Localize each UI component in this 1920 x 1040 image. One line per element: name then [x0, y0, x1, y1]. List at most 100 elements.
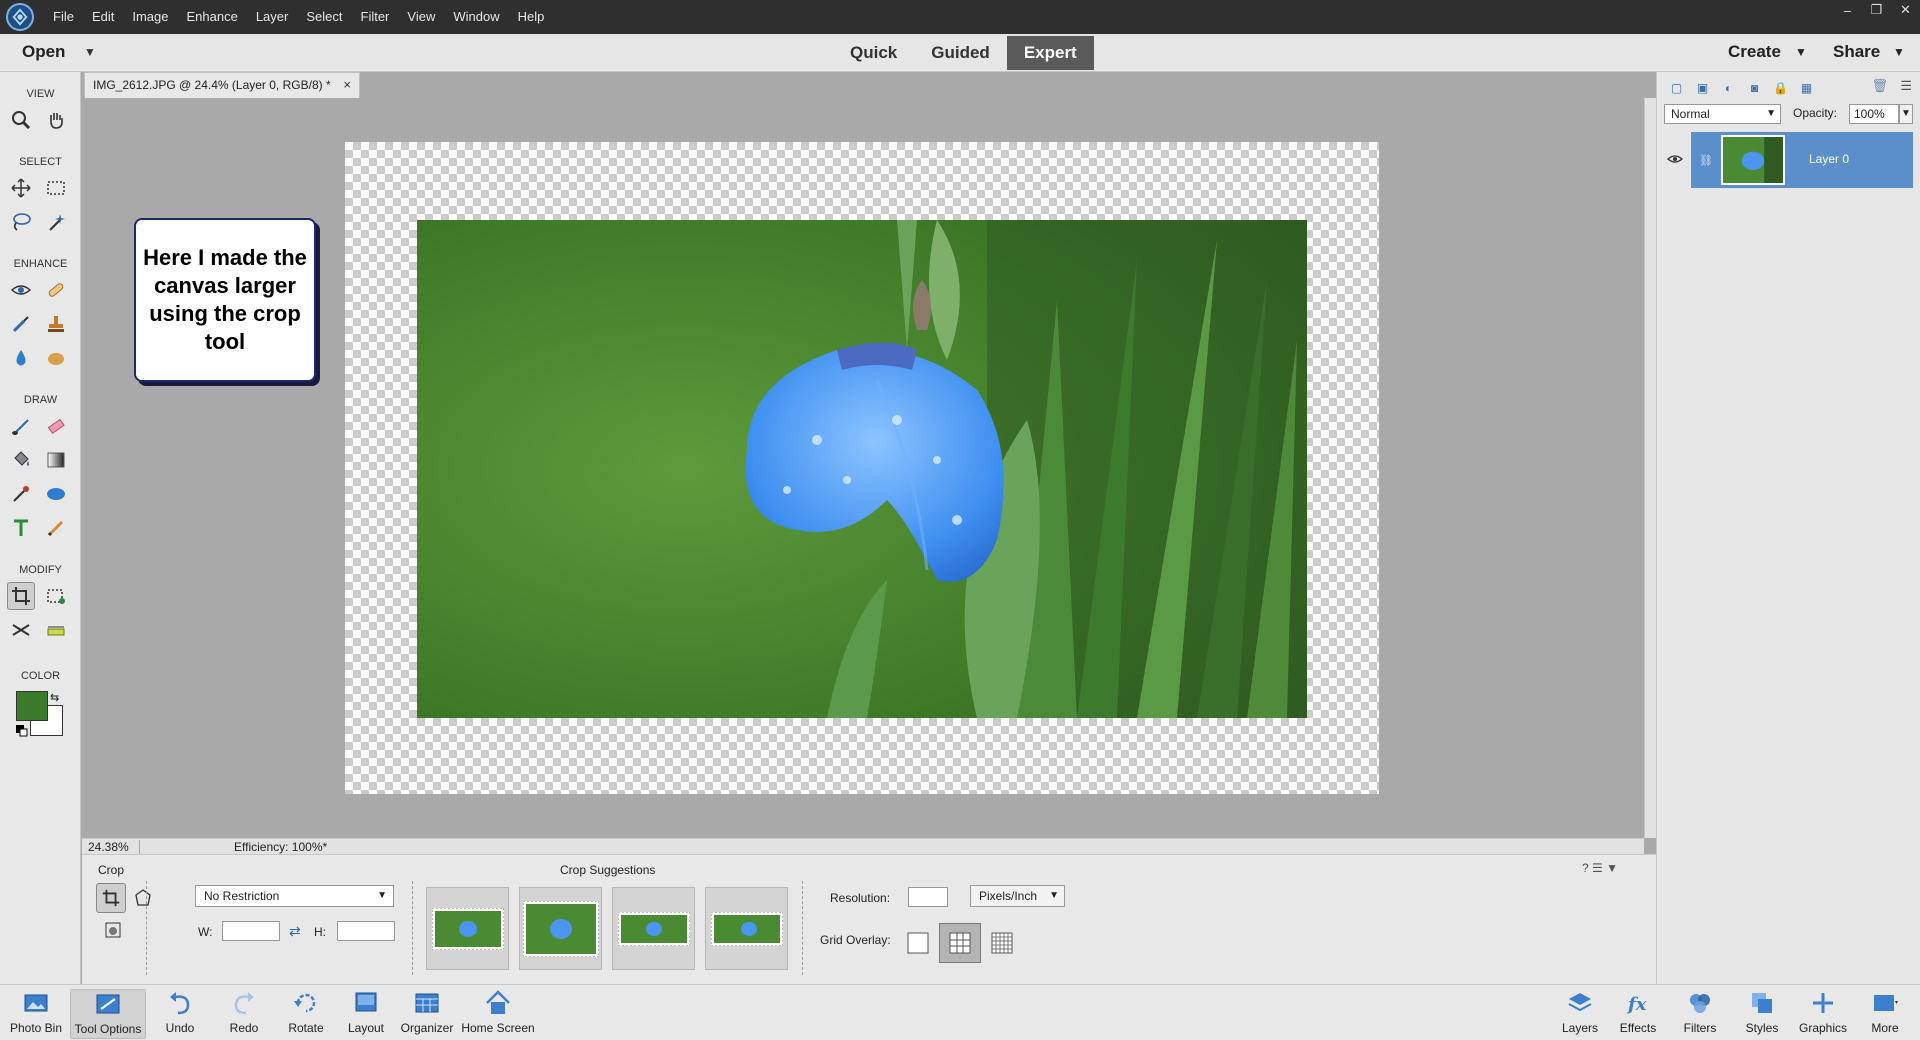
menu-layer[interactable]: Layer — [247, 0, 298, 34]
help-icon[interactable]: ? ☰ ▼ — [1582, 861, 1618, 875]
content-aware-move-tool-icon[interactable] — [7, 616, 35, 644]
menu-enhance[interactable]: Enhance — [178, 0, 247, 34]
tab-guided[interactable]: Guided — [914, 36, 1007, 70]
height-input[interactable] — [337, 921, 395, 941]
menu-image[interactable]: Image — [123, 0, 177, 34]
gradient-tool-icon[interactable] — [42, 446, 70, 474]
shape-tool-icon[interactable] — [42, 480, 70, 508]
crop-suggestion-2[interactable] — [519, 887, 602, 970]
spot-healing-tool-icon[interactable] — [42, 276, 70, 304]
perspective-crop-icon[interactable] — [132, 887, 154, 909]
menu-window[interactable]: Window — [444, 0, 508, 34]
menu-file[interactable]: File — [44, 0, 83, 34]
canvas-area[interactable] — [82, 98, 1642, 838]
share-button[interactable]: Share — [1833, 42, 1880, 62]
lock-all-icon[interactable]: 🔒 — [1771, 78, 1790, 97]
recompose-tool-icon[interactable] — [42, 582, 70, 610]
adjustment-layer-icon[interactable]: ◐ — [1719, 78, 1738, 97]
zoom-tool-icon[interactable] — [7, 106, 35, 134]
organizer-button[interactable]: Organizer — [398, 989, 456, 1039]
layer-mask-icon[interactable]: ◙ — [1745, 78, 1764, 97]
brush-tool-icon[interactable] — [7, 412, 35, 440]
paint-bucket-tool-icon[interactable] — [7, 446, 35, 474]
close-tab-icon[interactable]: × — [343, 73, 351, 97]
swap-colors-icon[interactable]: ⇆ — [50, 691, 59, 704]
new-group-icon[interactable]: ▣ — [1693, 78, 1712, 97]
restore-button[interactable]: ❐ — [1862, 0, 1891, 20]
eraser-tool-icon[interactable] — [42, 412, 70, 440]
resolution-unit-select[interactable]: Pixels/Inch ▼ — [970, 885, 1065, 907]
menu-filter[interactable]: Filter — [352, 0, 399, 34]
aspect-ratio-select[interactable]: No Restriction ▼ — [195, 885, 394, 907]
close-window-button[interactable]: ✕ — [1891, 0, 1920, 20]
tab-quick[interactable]: Quick — [833, 36, 914, 70]
minimize-button[interactable]: – — [1833, 0, 1862, 20]
marquee-tool-icon[interactable] — [42, 174, 70, 202]
crop-tool-option-icon[interactable] — [96, 883, 126, 913]
vertical-scrollbar[interactable] — [1644, 98, 1656, 838]
grid-none-option[interactable] — [897, 923, 939, 963]
layout-button[interactable]: Layout — [342, 989, 390, 1039]
layer-visibility-icon[interactable] — [1667, 151, 1683, 167]
tool-options-button[interactable]: Tool Options — [70, 989, 146, 1039]
opacity-input[interactable]: 100% — [1849, 104, 1899, 124]
clone-stamp-tool-icon[interactable] — [42, 310, 70, 338]
hand-tool-icon[interactable] — [42, 106, 70, 134]
type-tool-icon[interactable] — [7, 514, 35, 542]
new-layer-icon[interactable]: ▢ — [1667, 78, 1686, 97]
lock-transparency-icon[interactable]: ▦ — [1797, 78, 1816, 97]
create-dropdown-icon[interactable]: ▼ — [1795, 45, 1807, 59]
blur-tool-icon[interactable] — [7, 344, 35, 372]
crop-tool-icon[interactable] — [7, 582, 35, 610]
quick-selection-tool-icon[interactable] — [42, 208, 70, 236]
redo-button[interactable]: Redo — [220, 989, 268, 1039]
tab-expert[interactable]: Expert — [1006, 36, 1094, 70]
styles-panel-button[interactable]: Styles — [1738, 989, 1786, 1039]
undo-button[interactable]: Undo — [156, 989, 204, 1039]
open-dropdown-icon[interactable]: ▼ — [84, 45, 96, 59]
layers-panel-button[interactable]: Layers — [1556, 989, 1604, 1039]
more-panel-button[interactable]: More — [1860, 989, 1910, 1039]
blend-mode-select[interactable]: Normal ▼ — [1664, 104, 1781, 124]
resolution-input[interactable] — [908, 887, 948, 907]
document-tab[interactable]: IMG_2612.JPG @ 24.4% (Layer 0, RGB/8) * … — [84, 72, 360, 98]
filters-panel-button[interactable]: Filters — [1676, 989, 1724, 1039]
crop-suggestion-4[interactable] — [705, 887, 788, 970]
grid-thirds-option[interactable] — [939, 923, 981, 963]
menu-help[interactable]: Help — [509, 0, 554, 34]
effects-panel-button[interactable]: fx Effects — [1614, 989, 1662, 1039]
layer-thumbnail[interactable] — [1721, 135, 1785, 185]
width-input[interactable] — [222, 921, 280, 941]
panel-menu-icon[interactable]: ☰ — [1900, 78, 1912, 94]
pencil-tool-icon[interactable] — [42, 514, 70, 542]
menu-select[interactable]: Select — [297, 0, 351, 34]
default-colors-icon[interactable] — [16, 725, 28, 737]
grid-fine-option[interactable] — [981, 923, 1023, 963]
smart-brush-tool-icon[interactable] — [7, 310, 35, 338]
swap-dimensions-icon[interactable]: ⇄ — [289, 923, 301, 940]
layer-link-icon[interactable]: ⛓ — [1699, 154, 1713, 167]
transparent-canvas[interactable] — [345, 142, 1379, 794]
opacity-dropdown-icon[interactable]: ▼ — [1899, 104, 1913, 124]
zoom-level[interactable]: 24.38% — [82, 839, 140, 854]
flower-photo[interactable] — [417, 220, 1307, 718]
cookie-cutter-icon[interactable] — [102, 919, 124, 941]
crop-suggestion-1[interactable] — [426, 887, 509, 970]
rotate-button[interactable]: Rotate — [282, 989, 330, 1039]
lasso-tool-icon[interactable] — [7, 208, 35, 236]
open-button[interactable]: Open — [22, 42, 65, 62]
photo-bin-button[interactable]: Photo Bin — [8, 989, 64, 1039]
menu-view[interactable]: View — [398, 0, 444, 34]
eyedropper-tool-icon[interactable] — [7, 480, 35, 508]
red-eye-tool-icon[interactable] — [7, 276, 35, 304]
menu-edit[interactable]: Edit — [83, 0, 123, 34]
layer-name[interactable]: Layer 0 — [1809, 152, 1849, 166]
crop-suggestion-3[interactable] — [612, 887, 695, 970]
create-button[interactable]: Create — [1728, 42, 1781, 62]
sponge-tool-icon[interactable] — [42, 344, 70, 372]
straighten-tool-icon[interactable] — [42, 616, 70, 644]
delete-layer-icon[interactable]: 🗑 — [1871, 78, 1888, 94]
home-screen-button[interactable]: Home Screen — [460, 989, 536, 1039]
foreground-color-swatch[interactable] — [16, 691, 48, 721]
share-dropdown-icon[interactable]: ▼ — [1893, 45, 1905, 59]
